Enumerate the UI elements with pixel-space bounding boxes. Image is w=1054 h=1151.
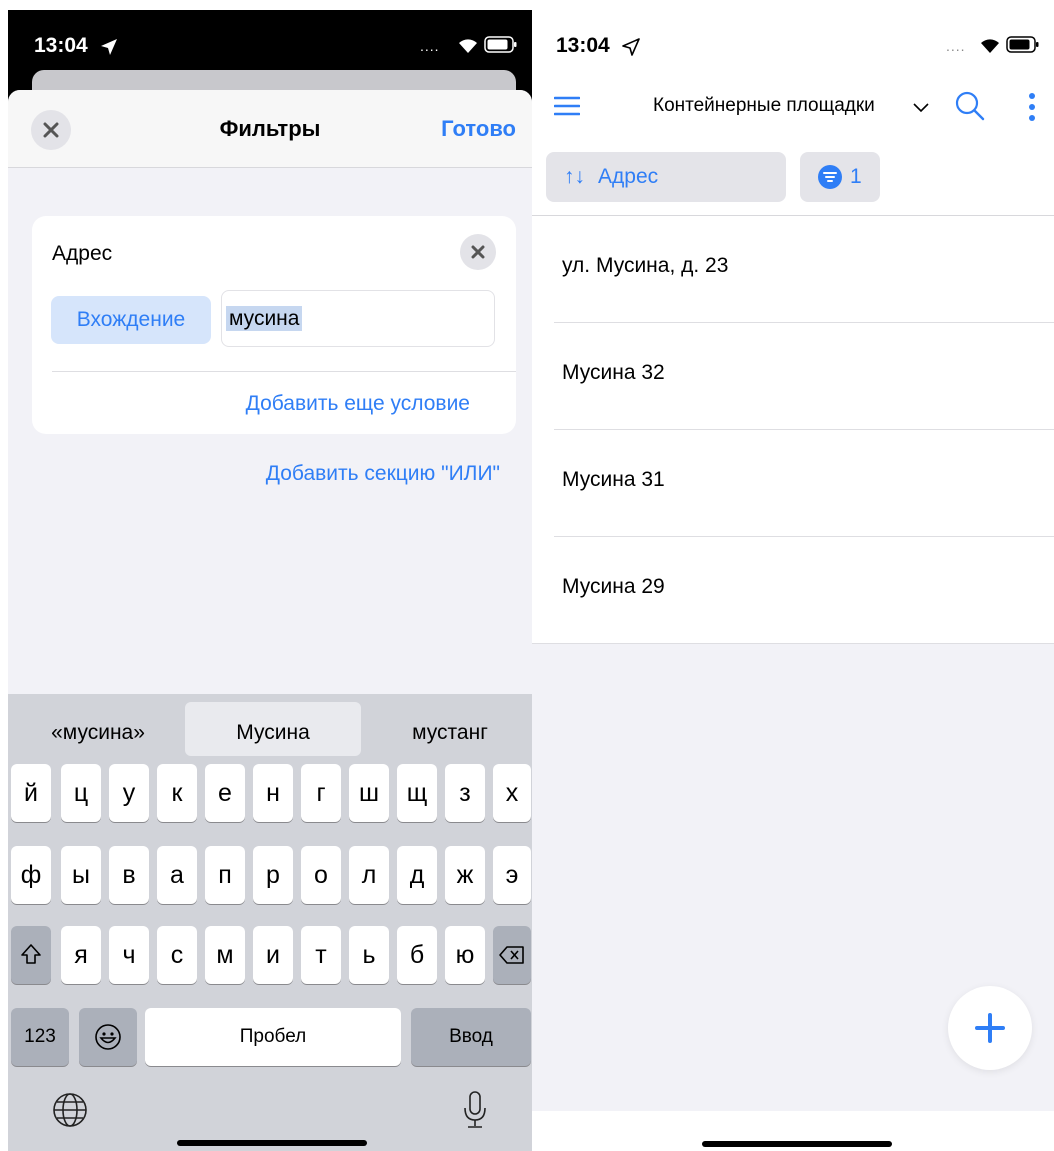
match-mode-button[interactable]: Вхождение	[51, 296, 211, 344]
key-letter[interactable]: и	[253, 926, 293, 984]
filters-screen: 13:04 .... Фильтры Готово Адрес Вхождени…	[8, 10, 532, 1151]
key-letter[interactable]: ч	[109, 926, 149, 984]
filters-sheet: Фильтры Готово Адрес Вхождение мусина До…	[8, 90, 532, 1151]
suggestion-1[interactable]: «мусина»	[18, 716, 178, 750]
key-letter[interactable]: ж	[445, 846, 485, 904]
key-letter[interactable]: с	[157, 926, 197, 984]
key-letter[interactable]: я	[61, 926, 101, 984]
keyboard: «мусина» Мусина мустанг й ц у к е н г ш …	[8, 694, 532, 1151]
more-icon[interactable]	[1028, 92, 1036, 122]
key-letter[interactable]: в	[109, 846, 149, 904]
sort-icon: ↑↓	[564, 165, 585, 188]
home-indicator	[177, 1140, 367, 1146]
battery-icon	[484, 36, 517, 53]
wifi-icon	[981, 39, 999, 53]
plus-icon	[975, 1013, 1005, 1043]
remove-filter-button[interactable]	[460, 234, 496, 270]
sheet-header: Фильтры Готово	[8, 90, 532, 168]
container-sites-screen: 13:04 .... Контейнерные площадки ↑↓ Адре…	[532, 10, 1054, 1151]
nav-title[interactable]: Контейнерные площадки	[653, 95, 875, 117]
emoji-icon	[95, 1024, 121, 1050]
filter-field-label: Адрес	[52, 242, 113, 265]
suggestion-3[interactable]: мустанг	[370, 716, 530, 750]
key-letter[interactable]: р	[253, 846, 293, 904]
list-item[interactable]: Мусина 32	[532, 323, 1054, 430]
key-letter[interactable]: ь	[349, 926, 389, 984]
signal-icon: ....	[420, 38, 440, 54]
card-divider	[52, 371, 516, 372]
key-letter[interactable]: м	[205, 926, 245, 984]
key-letter[interactable]: о	[301, 846, 341, 904]
list-item[interactable]: Мусина 31	[532, 430, 1054, 537]
key-letter[interactable]: н	[253, 764, 293, 822]
menu-icon[interactable]	[554, 96, 580, 116]
key-letter[interactable]: щ	[397, 764, 437, 822]
key-letter[interactable]: к	[157, 764, 197, 822]
key-letter[interactable]: д	[397, 846, 437, 904]
filter-icon	[818, 165, 842, 189]
key-letter[interactable]: ы	[61, 846, 101, 904]
location-arrow-icon	[622, 38, 640, 56]
key-letter[interactable]: г	[301, 764, 341, 822]
list-item-label: Мусина 32	[562, 361, 665, 384]
filter-value-text: мусина	[226, 306, 303, 331]
wifi-icon	[459, 39, 477, 53]
list-item-label: ул. Мусина, д. 23	[562, 254, 729, 277]
key-letter[interactable]: б	[397, 926, 437, 984]
key-letter[interactable]: э	[493, 846, 531, 904]
search-icon[interactable]	[954, 90, 986, 122]
key-letter[interactable]: ф	[11, 846, 51, 904]
divider	[532, 643, 1054, 644]
battery-icon	[1006, 36, 1039, 53]
add-button[interactable]	[948, 986, 1032, 1070]
list-item[interactable]: ул. Мусина, д. 23	[532, 216, 1054, 323]
key-letter[interactable]: й	[11, 764, 51, 822]
status-time: 13:04	[34, 34, 88, 57]
key-letter[interactable]: е	[205, 764, 245, 822]
shift-key[interactable]	[11, 926, 51, 984]
filter-count: 1	[850, 165, 862, 188]
key-letter[interactable]: х	[493, 764, 531, 822]
key-letter[interactable]: т	[301, 926, 341, 984]
microphone-icon[interactable]	[462, 1090, 488, 1130]
chevron-down-icon[interactable]	[912, 102, 930, 114]
location-arrow-icon	[101, 39, 117, 55]
done-button[interactable]: Готово	[441, 116, 516, 142]
key-letter[interactable]: ш	[349, 764, 389, 822]
return-key[interactable]: Ввод	[411, 1008, 531, 1066]
list-item-label: Мусина 29	[562, 575, 665, 598]
key-letter[interactable]: а	[157, 846, 197, 904]
home-indicator	[702, 1141, 892, 1147]
suggestion-2[interactable]: Мусина	[185, 716, 361, 750]
sort-chip-label: Адрес	[598, 165, 659, 188]
add-condition-button[interactable]: Добавить еще условие	[246, 392, 470, 416]
add-or-section-button[interactable]: Добавить секцию "ИЛИ"	[266, 462, 500, 486]
emoji-key[interactable]	[79, 1008, 137, 1066]
sites-list: ул. Мусина, д. 23 Мусина 32 Мусина 31 Му…	[532, 216, 1054, 644]
key-letter[interactable]: з	[445, 764, 485, 822]
status-time: 13:04	[556, 34, 610, 57]
backspace-icon	[499, 946, 524, 964]
top-area: 13:04 .... Контейнерные площадки ↑↓ Адре…	[532, 10, 1054, 215]
list-item[interactable]: Мусина 29	[532, 537, 1054, 644]
filter-card: Адрес Вхождение мусина Добавить еще усло…	[32, 216, 516, 434]
key-letter[interactable]: у	[109, 764, 149, 822]
filter-chip[interactable]: 1	[800, 152, 880, 202]
close-icon	[471, 245, 485, 259]
signal-icon: ....	[946, 38, 966, 54]
sort-chip[interactable]: ↑↓ Адрес	[546, 152, 786, 202]
filter-value-input[interactable]: мусина	[221, 290, 495, 347]
numbers-key[interactable]: 123	[11, 1008, 69, 1066]
backspace-key[interactable]	[493, 926, 531, 984]
space-key[interactable]: Пробел	[145, 1008, 401, 1066]
key-letter[interactable]: л	[349, 846, 389, 904]
key-letter[interactable]: ц	[61, 764, 101, 822]
key-letter[interactable]: ю	[445, 926, 485, 984]
shift-icon	[21, 944, 41, 964]
globe-icon[interactable]	[52, 1092, 88, 1128]
key-letter[interactable]: п	[205, 846, 245, 904]
list-item-label: Мусина 31	[562, 468, 665, 491]
